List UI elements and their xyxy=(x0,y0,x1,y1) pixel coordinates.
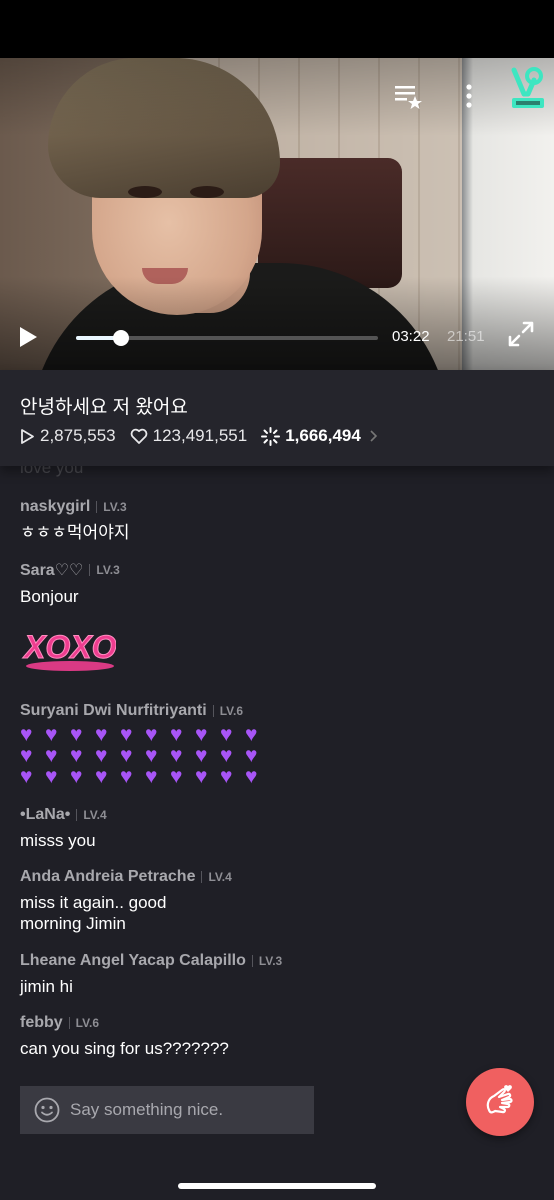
chat-user-level: LV.4 xyxy=(201,871,232,883)
chat-text: ㅎㅎㅎ먹어야지 xyxy=(20,523,130,542)
purple-heart: ♥ xyxy=(20,765,33,788)
chat-text: misss you xyxy=(20,831,96,850)
chat-user-level: LV.6 xyxy=(212,705,243,717)
chat-message: Suryani Dwi Nurfitriyanti LV.6 ♥ ♥ ♥ ♥ ♥ ♥ ♥ ♥ ♥ ♥… xyxy=(20,702,270,787)
purple-heart: ♥ xyxy=(195,723,208,746)
chat-username[interactable]: Sara♡♡ xyxy=(20,560,83,580)
chat-message: •LaNa• LV.4 misss you xyxy=(20,806,107,851)
purple-heart: ♥ xyxy=(120,765,133,788)
chat-user-level: LV.6 xyxy=(68,1017,99,1029)
play-button[interactable] xyxy=(14,322,42,352)
chat-username[interactable]: Suryani Dwi Nurfitriyanti xyxy=(20,702,207,720)
seek-bar[interactable] xyxy=(76,330,378,346)
purple-heart: ♥ xyxy=(170,765,183,788)
home-indicator xyxy=(178,1183,376,1189)
finger-heart-icon xyxy=(486,1085,513,1114)
faded-comment: love you xyxy=(20,466,84,477)
purple-heart: ♥ xyxy=(70,765,83,788)
playlist-icon xyxy=(395,86,422,109)
purple-heart: ♥ xyxy=(220,744,233,767)
total-time: 21:51 xyxy=(447,328,485,345)
chat-user-level: LV.3 xyxy=(89,564,120,576)
comment-count-icon xyxy=(261,426,281,446)
smile-icon[interactable] xyxy=(34,1097,60,1123)
chat-user-level: LV.3 xyxy=(96,501,127,513)
purple-heart: ♥ xyxy=(120,723,133,746)
chat-text: miss it again.. good morning Jimin xyxy=(20,893,167,933)
chat-message: naskygirl LV.3 ㅎㅎㅎ먹어야지 xyxy=(20,498,129,543)
purple-heart: ♥ xyxy=(195,744,208,767)
like-count-value: 123,491,551 xyxy=(152,426,248,445)
play-count-icon xyxy=(21,428,34,444)
purple-heart: ♥ xyxy=(220,723,233,746)
purple-heart: ♥ xyxy=(245,765,258,788)
purple-heart: ♥ xyxy=(45,765,58,788)
chat-username[interactable]: •LaNa• xyxy=(20,806,70,824)
more-button[interactable] xyxy=(458,82,480,110)
purple-heart: ♥ xyxy=(195,765,208,788)
play-count: 2,875,553 xyxy=(20,426,116,446)
play-count-value: 2,875,553 xyxy=(40,426,116,445)
purple-heart: ♥ xyxy=(170,744,183,767)
purple-heart: ♥ xyxy=(45,723,58,746)
purple-heart: ♥ xyxy=(170,723,183,746)
purple-heart: ♥ xyxy=(120,744,133,767)
purple-heart: ♥ xyxy=(145,765,158,788)
purple-heart: ♥ xyxy=(220,765,233,788)
purple-heart: ♥ xyxy=(70,723,83,746)
video-stats: 2,875,553 123,491,551 1,666,494 xyxy=(20,426,378,446)
like-count: 123,491,551 xyxy=(130,426,248,446)
chat-message: febby LV.6 can you sing for us??????? xyxy=(20,1014,229,1059)
purple-heart: ♥ xyxy=(95,744,108,767)
comment-count-link[interactable]: 1,666,494 xyxy=(261,426,361,446)
vlive-logo xyxy=(510,66,546,110)
chat-message: Sara♡♡ LV.3 Bonjour xyxy=(20,560,120,607)
status-bar xyxy=(0,0,554,58)
purple-heart: ♥ xyxy=(95,765,108,788)
purple-heart: ♥ xyxy=(45,744,58,767)
video-title: 안녕하세요 저 왔어요 xyxy=(20,397,188,418)
purple-heart: ♥ xyxy=(245,744,258,767)
chat-username[interactable]: naskygirl xyxy=(20,498,90,516)
chat-input-box[interactable] xyxy=(20,1086,314,1134)
playlist-button[interactable] xyxy=(392,82,424,110)
sticker-text: XOXO xyxy=(22,629,116,665)
play-icon xyxy=(20,327,37,347)
chat-text: Bonjour xyxy=(20,587,79,606)
more-icon xyxy=(466,84,472,108)
video-info-panel: 안녕하세요 저 왔어요 2,875,553 123,491,551 1,666,… xyxy=(0,370,554,466)
purple-heart: ♥ xyxy=(95,723,108,746)
fullscreen-button[interactable] xyxy=(504,318,538,350)
chat-text: ♥ ♥ ♥ ♥ ♥ ♥ ♥ ♥ ♥ ♥ ♥ ♥ ♥ ♥ ♥ ♥ ♥ ♥ ♥ ♥ ♥ ♥ ♥ ♥ ♥ ♥ ♥ ♥ ♥ ♥ xyxy=(20,724,270,787)
purple-heart: ♥ xyxy=(20,723,33,746)
fullscreen-icon xyxy=(508,321,534,347)
purple-heart: ♥ xyxy=(245,723,258,746)
finger-heart-button[interactable] xyxy=(466,1068,534,1136)
chat-message: Anda Andreia Petrache LV.4 miss it again.… xyxy=(20,868,260,934)
comment-count-value: 1,666,494 xyxy=(285,426,361,445)
chat-input[interactable] xyxy=(70,1100,290,1120)
current-time: 03:22 xyxy=(392,328,430,345)
purple-heart: ♥ xyxy=(70,744,83,767)
like-icon xyxy=(130,428,147,444)
chevron-right-icon[interactable] xyxy=(369,429,378,443)
chat-username[interactable]: Anda Andreia Petrache xyxy=(20,868,195,886)
vlive-logo-icon xyxy=(511,67,544,108)
purple-heart: ♥ xyxy=(145,744,158,767)
chat-text: can you sing for us??????? xyxy=(20,1039,229,1058)
chat-list[interactable]: love you naskygirl LV.3 ㅎㅎㅎ먹어야지 Sara♡♡ LV.… xyxy=(0,466,554,1076)
chat-username[interactable]: Lheane Angel Yacap Calapillo xyxy=(20,952,246,970)
chat-user-level: LV.4 xyxy=(76,809,107,821)
xoxo-sticker: XOXO xyxy=(22,629,116,671)
chat-message: Lheane Angel Yacap Calapillo LV.3 jimin h… xyxy=(20,952,282,997)
chat-username[interactable]: febby xyxy=(20,1014,63,1032)
chat-user-level: LV.3 xyxy=(251,955,282,967)
purple-heart: ♥ xyxy=(20,744,33,767)
chat-text: jimin hi xyxy=(20,977,73,996)
purple-heart: ♥ xyxy=(145,723,158,746)
